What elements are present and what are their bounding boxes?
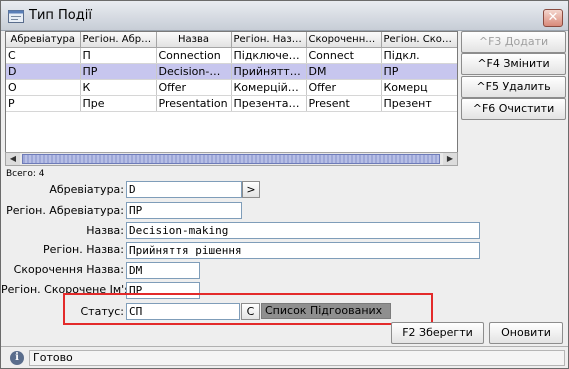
table-cell: Connect — [306, 47, 382, 64]
table-cell: Підкл. — [381, 47, 457, 64]
status-message: Готово — [29, 350, 565, 366]
table-row[interactable]: С П Connection Підключення Connect Підкл… — [6, 47, 457, 64]
table-cell: P — [6, 95, 81, 112]
table-horizontal-scrollbar[interactable]: ◀ ▶ — [5, 152, 458, 166]
info-icon: i — [10, 351, 24, 365]
table-cell: Підключення — [231, 47, 307, 64]
window-title: Тип Події — [29, 8, 92, 23]
table-cell: Презентаці... — [231, 95, 307, 112]
table-cell: Presentation — [156, 95, 232, 112]
column-header-region-name[interactable]: Регіон. Назва — [231, 32, 307, 48]
table-cell: Present — [306, 95, 382, 112]
table-row-selected[interactable]: D ПР Decision-ma... Прийняття ... DM ПР — [6, 63, 457, 80]
table-cell: Пре — [80, 95, 157, 112]
table-cell: D — [6, 63, 81, 80]
status-bar: i Готово — [1, 346, 568, 368]
title-bar: Тип Події ✕ — [1, 1, 568, 31]
region-abbr-label: Регіон. Абревіатура: — [6, 204, 124, 217]
event-type-window: Тип Події ✕ Абревіатура Регіон. Абреві..… — [0, 0, 569, 369]
window-app-icon — [8, 10, 24, 23]
table-cell: DM — [306, 63, 382, 80]
column-header-name[interactable]: Назва — [156, 32, 232, 48]
region-name-field[interactable]: Прийняття рішення — [126, 242, 480, 259]
column-header-region-abbr[interactable]: Регіон. Абреві... — [80, 32, 157, 48]
name-label: Назва: — [86, 224, 124, 237]
table-cell: П — [80, 47, 157, 64]
event-types-table: Абревіатура Регіон. Абреві... Назва Регі… — [5, 31, 458, 166]
column-header-region-short[interactable]: Регіон. Скоро... — [381, 32, 457, 48]
scroll-left-icon[interactable]: ◀ — [6, 153, 20, 165]
highlight-box — [63, 293, 433, 325]
table-cell: O — [6, 79, 81, 96]
short-name-label: Скорочення Назва: — [13, 263, 124, 276]
table-cell: ПР — [381, 63, 457, 80]
table-cell: К — [80, 79, 157, 96]
table-cell: Offer — [156, 79, 232, 96]
close-button[interactable]: ✕ — [543, 9, 563, 27]
table-cell: Decision-ma... — [156, 63, 232, 80]
table-cell: ПР — [80, 63, 157, 80]
add-button[interactable]: ^F3 Додати — [461, 31, 566, 53]
name-field[interactable]: Decision-making — [126, 222, 480, 239]
column-header-abbr[interactable]: Абревіатура — [6, 32, 81, 48]
save-button[interactable]: F2 Зберегти — [391, 322, 484, 344]
abbr-lookup-button[interactable]: > — [242, 181, 260, 198]
table-cell: С — [6, 47, 81, 64]
refresh-button[interactable]: Оновити — [489, 322, 563, 344]
edit-button[interactable]: ^F4 Змінити — [461, 53, 566, 75]
abbr-field[interactable]: D — [126, 181, 242, 198]
column-header-short-name[interactable]: Скорочення ... — [306, 32, 382, 48]
close-icon: ✕ — [547, 10, 559, 25]
table-row[interactable]: O К Offer Комерційна ... Offer Комерц — [6, 79, 457, 96]
region-name-label: Регіон. Назва: — [43, 243, 124, 256]
scrollbar-thumb[interactable] — [22, 154, 440, 164]
table-cell: Презент — [381, 95, 457, 112]
table-row[interactable]: P Пре Presentation Презентаці... Present… — [6, 95, 457, 112]
abbr-label: Абревіатура: — [49, 183, 124, 196]
table-cell: Connection — [156, 47, 232, 64]
delete-button[interactable]: ^F5 Удалить — [461, 76, 566, 98]
clear-button[interactable]: ^F6 Очистити — [461, 98, 566, 120]
table-cell: Комерц — [381, 79, 457, 96]
table-cell: Комерційна ... — [231, 79, 307, 96]
scroll-right-icon[interactable]: ▶ — [443, 153, 457, 165]
row-count: Всего: 4 — [6, 169, 45, 179]
table-cell: Offer — [306, 79, 382, 96]
region-abbr-field[interactable]: ПР — [126, 202, 242, 219]
table-header-row: Абревіатура Регіон. Абреві... Назва Регі… — [6, 32, 457, 48]
short-name-field[interactable]: DM — [126, 262, 200, 279]
table-cell: Прийняття ... — [231, 63, 307, 80]
